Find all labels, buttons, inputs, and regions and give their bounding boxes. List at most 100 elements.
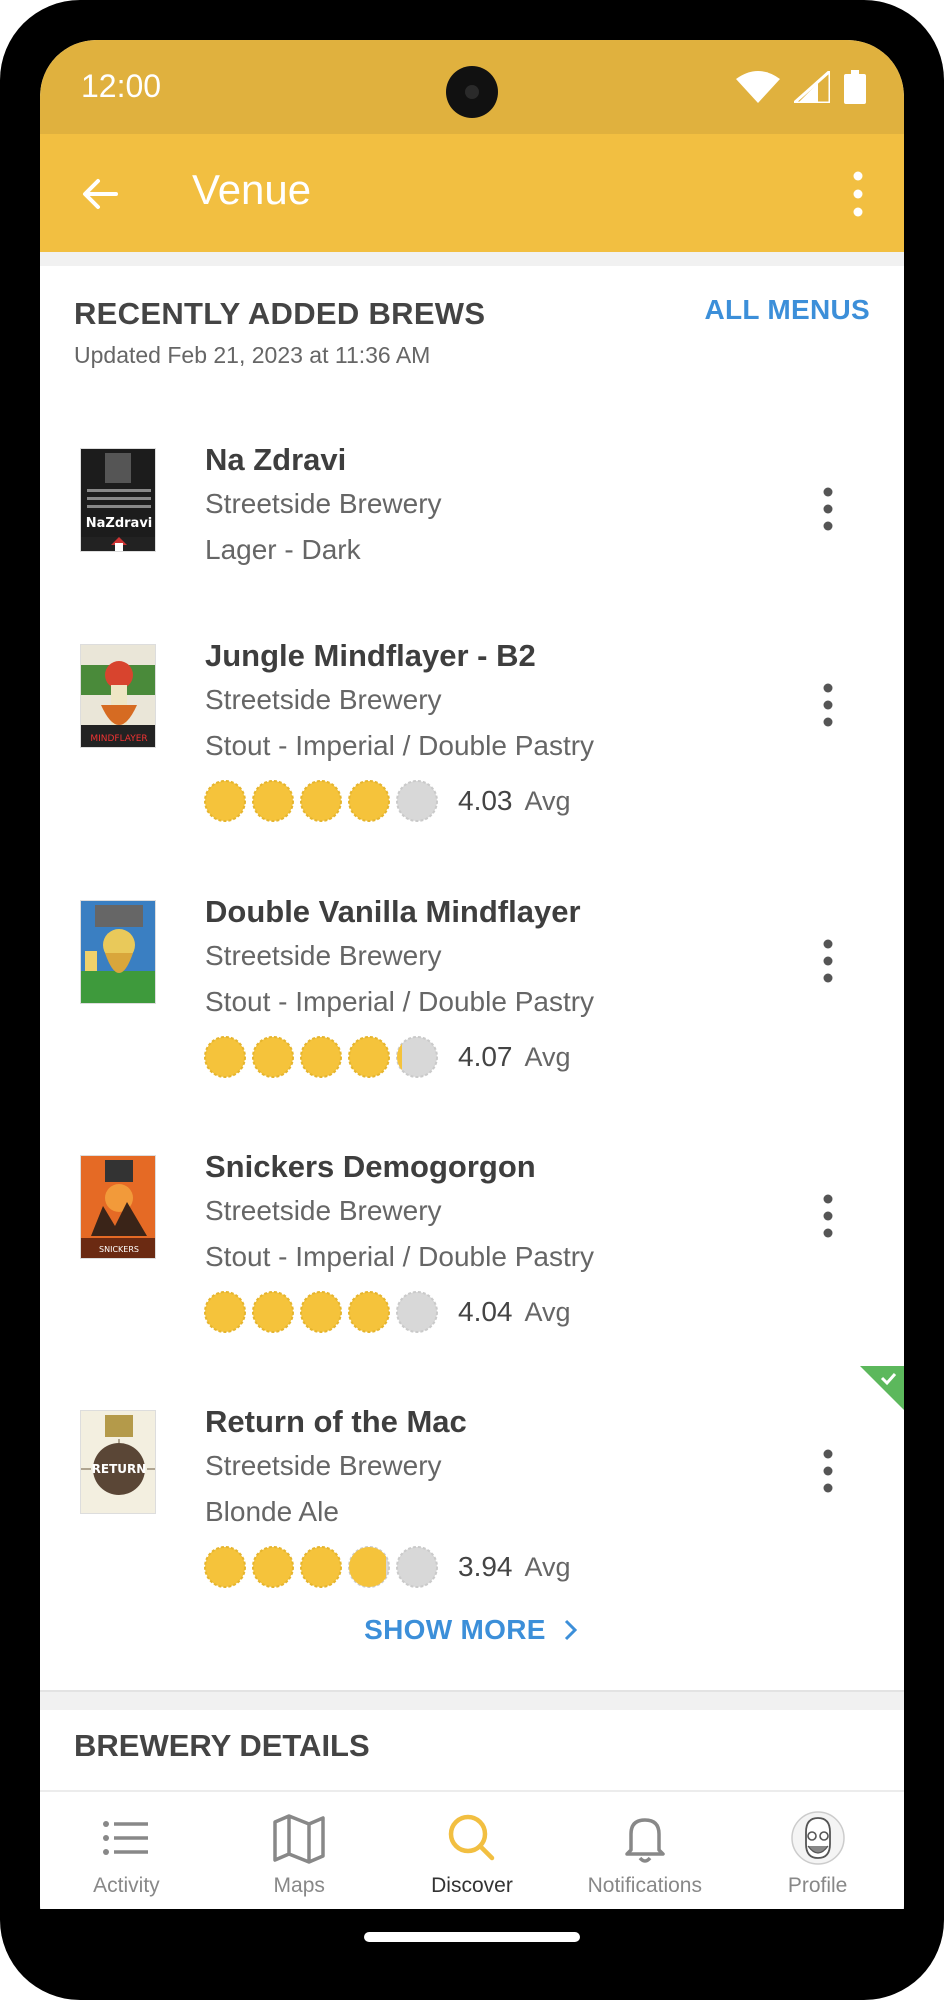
beer-style: Stout - Imperial / Double Pastry — [205, 730, 595, 761]
beer-style: Blonde Ale — [205, 1496, 339, 1527]
beer-brewery[interactable]: Streetside Brewery — [205, 488, 442, 520]
beer-menu-icon[interactable] — [818, 486, 838, 532]
beer-name[interactable]: Snickers Demogorgon — [205, 1149, 536, 1185]
section-divider — [40, 1690, 904, 1710]
rating-value: 3.94 — [458, 1551, 513, 1582]
beer-item[interactable]: MINDFLAYER Jungle Mindflayer - B2 Street… — [40, 600, 904, 822]
bottlecap-icon — [252, 1546, 294, 1588]
bottlecap-icon — [300, 1546, 342, 1588]
bottlecap-icon — [348, 780, 390, 822]
beer-brewery[interactable]: Streetside Brewery — [205, 1450, 442, 1482]
beer-menu-icon[interactable] — [818, 1448, 838, 1494]
all-menus-link[interactable]: ALL MENUS — [704, 294, 870, 326]
battery-icon — [844, 70, 866, 104]
list-icon — [103, 1821, 149, 1855]
beer-label-image — [80, 900, 156, 1004]
home-indicator[interactable] — [364, 1932, 580, 1942]
bottlecap-icon — [348, 1036, 390, 1078]
svg-text:SNICKERS: SNICKERS — [99, 1245, 139, 1254]
beer-menu-icon[interactable] — [818, 1193, 838, 1239]
bottlecap-icon — [252, 780, 294, 822]
nav-discover[interactable]: Discover — [386, 1792, 559, 1909]
svg-text:RETURN: RETURN — [92, 1462, 147, 1476]
bottlecap-empty-icon — [396, 780, 438, 822]
bottlecap-empty-icon — [396, 1291, 438, 1333]
rating-avg-label: Avg — [524, 1551, 571, 1582]
beer-name[interactable]: Na Zdravi — [205, 442, 346, 478]
beer-item[interactable]: SNICKERS Snickers Demogorgon Streetside … — [40, 1111, 904, 1333]
bottlecap-icon — [300, 1036, 342, 1078]
beer-brewery[interactable]: Streetside Brewery — [205, 940, 442, 972]
screen: 12:00 Venue RECENTLY ADDED BREWS ALL MEN… — [40, 40, 904, 1909]
rating-value: 4.04 — [458, 1296, 513, 1327]
beer-label-image: RETURN — [80, 1410, 156, 1514]
rating-caps: 3.94 Avg — [204, 1546, 571, 1588]
nav-label: Notifications — [587, 1874, 702, 1897]
beer-menu-icon[interactable] — [818, 682, 838, 728]
svg-text:NaZdravi: NaZdravi — [86, 516, 153, 531]
beer-name[interactable]: Double Vanilla Mindflayer — [205, 894, 581, 930]
bottlecap-icon — [300, 780, 342, 822]
bottlecap-icon — [204, 1036, 246, 1078]
nav-maps[interactable]: Maps — [213, 1792, 386, 1909]
rating-avg-label: Avg — [524, 1041, 571, 1072]
beer-label-image: SNICKERS — [80, 1155, 156, 1259]
nav-notifications[interactable]: Notifications — [558, 1792, 731, 1909]
camera-cutout — [446, 66, 498, 118]
app-bar: Venue — [40, 134, 904, 252]
search-icon — [448, 1814, 495, 1861]
svg-text:MINDFLAYER: MINDFLAYER — [90, 734, 147, 744]
beer-item[interactable]: Double Vanilla Mindflayer Streetside Bre… — [40, 856, 904, 1078]
status-bar: 12:00 — [40, 40, 904, 134]
nav-label: Profile — [787, 1874, 848, 1897]
phone-frame: 12:00 Venue RECENTLY ADDED BREWS ALL MEN… — [0, 0, 944, 2000]
beer-style: Stout - Imperial / Double Pastry — [205, 986, 595, 1017]
overflow-menu-icon[interactable] — [848, 170, 868, 218]
bell-icon — [625, 1818, 665, 1863]
back-arrow-icon[interactable] — [76, 170, 124, 218]
rating-caps: 4.04 Avg — [204, 1291, 571, 1333]
bottlecap-icon — [204, 1546, 246, 1588]
beer-label-image: MINDFLAYER — [80, 644, 156, 748]
avatar-icon — [790, 1811, 845, 1865]
divider — [40, 252, 904, 266]
wifi-icon — [736, 71, 780, 103]
bottlecap-icon — [300, 1291, 342, 1333]
beer-menu-icon[interactable] — [818, 938, 838, 984]
rating-avg-label: Avg — [524, 1296, 571, 1327]
beer-item[interactable]: RETURN Return of the Mac Streetside Brew… — [40, 1366, 904, 1588]
checked-in-badge — [860, 1366, 904, 1410]
rating-caps: 4.03 Avg — [204, 780, 571, 822]
beer-brewery[interactable]: Streetside Brewery — [205, 1195, 442, 1227]
section-header: RECENTLY ADDED BREWS ALL MENUS Updated F… — [40, 266, 904, 382]
beer-name[interactable]: Return of the Mac — [205, 1404, 467, 1440]
beer-style: Lager - Dark — [205, 534, 361, 565]
updated-timestamp: Updated Feb 21, 2023 at 11:36 AM — [74, 342, 431, 368]
beer-item[interactable]: NaZdravi Na Zdravi Streetside Brewery La… — [40, 402, 904, 565]
chevron-right-icon — [564, 1619, 577, 1641]
beer-style: Stout - Imperial / Double Pastry — [205, 1241, 595, 1272]
content: RECENTLY ADDED BREWS ALL MENUS Updated F… — [40, 252, 904, 382]
nav-activity[interactable]: Activity — [40, 1792, 213, 1909]
bottlecap-icon — [204, 1291, 246, 1333]
rating-value: 4.03 — [458, 785, 513, 816]
show-more-button[interactable]: SHOW MORE — [40, 1614, 904, 1646]
rating-caps: 4.07 Avg — [204, 1036, 571, 1078]
section-title: RECENTLY ADDED BREWS — [74, 296, 486, 331]
phone-inner: 12:00 Venue RECENTLY ADDED BREWS ALL MEN… — [40, 40, 904, 1960]
status-time: 12:00 — [81, 68, 162, 104]
map-icon — [273, 1814, 325, 1864]
bottlecap-icon — [252, 1036, 294, 1078]
bottlecap-empty-icon — [396, 1546, 438, 1588]
bottlecap-icon — [204, 780, 246, 822]
rating-value: 4.07 — [458, 1041, 513, 1072]
brewery-details-heading: BREWERY DETAILS — [74, 1728, 370, 1763]
beer-brewery[interactable]: Streetside Brewery — [205, 684, 442, 716]
bottlecap-icon — [348, 1291, 390, 1333]
nav-profile[interactable]: Profile — [731, 1792, 904, 1909]
page-title: Venue — [192, 166, 312, 213]
nav-label: Maps — [273, 1874, 325, 1897]
signal-icon — [794, 71, 830, 103]
nav-label: Activity — [93, 1874, 160, 1897]
beer-name[interactable]: Jungle Mindflayer - B2 — [205, 638, 536, 674]
